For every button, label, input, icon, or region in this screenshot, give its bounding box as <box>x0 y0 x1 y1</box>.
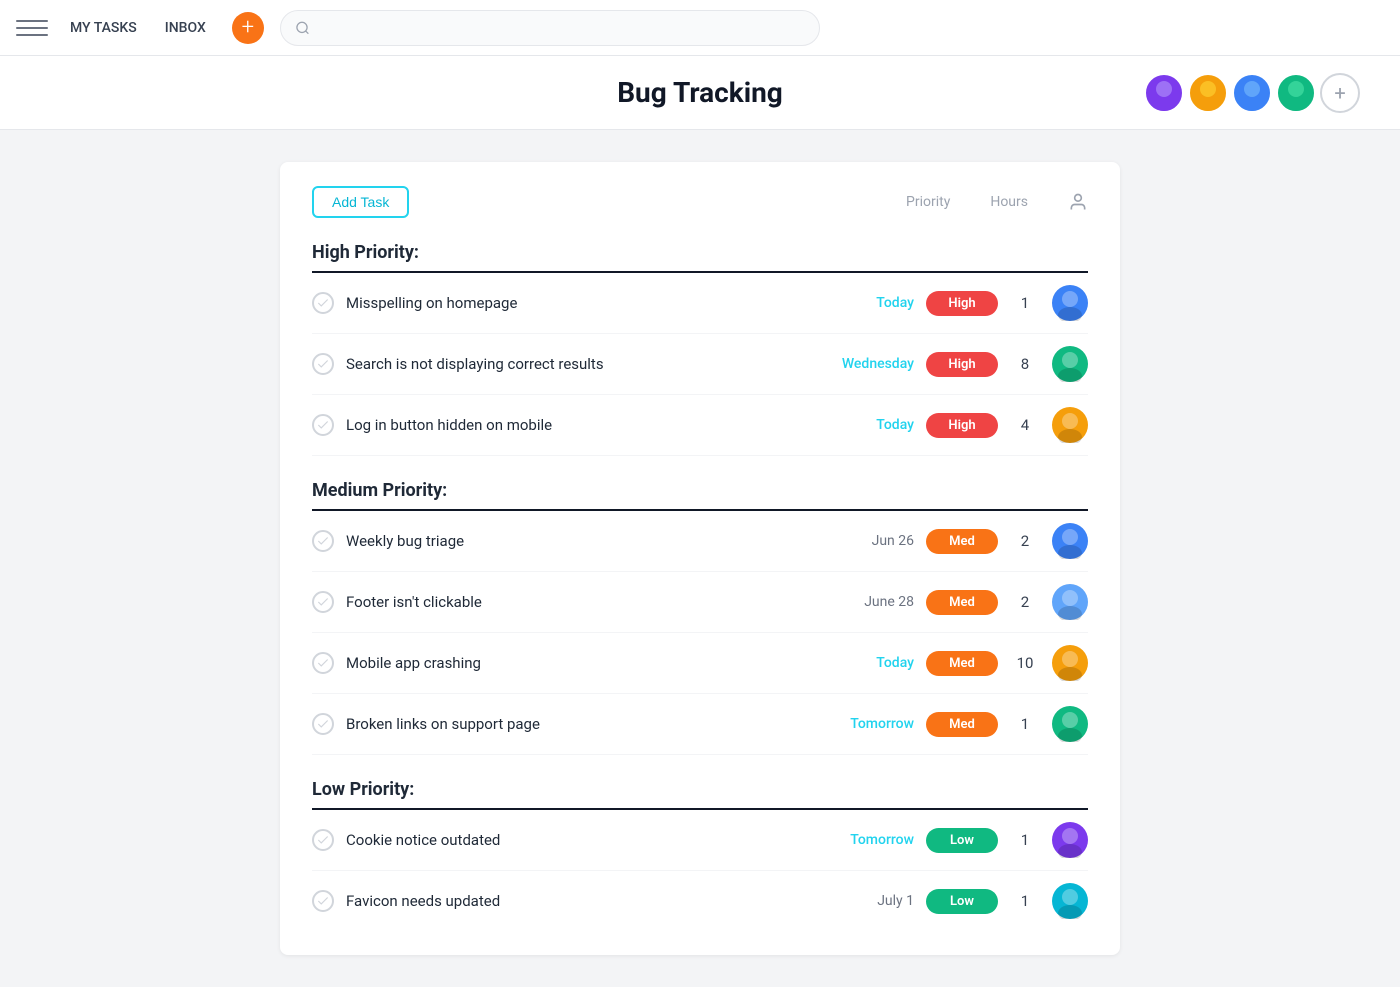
task-hours: 2 <box>1010 532 1040 550</box>
avatar[interactable] <box>1052 523 1088 559</box>
task-priority-badge: Low <box>926 889 998 914</box>
task-due: Today <box>824 417 914 433</box>
main-content: Add Task Priority Hours High Priority: M… <box>0 130 1400 987</box>
task-priority-badge: Med <box>926 529 998 554</box>
add-task-button[interactable]: Add Task <box>312 186 409 218</box>
task-hours: 1 <box>1010 715 1040 733</box>
task-name: Mobile app crashing <box>346 654 812 672</box>
task-name: Search is not displaying correct results <box>346 355 812 373</box>
task-hours: 1 <box>1010 892 1040 910</box>
task-hours: 4 <box>1010 416 1040 434</box>
table-row: Cookie notice outdated Tomorrow Low 1 <box>312 810 1088 871</box>
table-row: Search is not displaying correct results… <box>312 334 1088 395</box>
nav-inbox[interactable]: INBOX <box>155 14 216 42</box>
task-name: Footer isn't clickable <box>346 593 812 611</box>
section-header-2: Low Priority: <box>312 779 1088 800</box>
table-row: Footer isn't clickable June 28 Med 2 <box>312 572 1088 633</box>
toolbar-columns: Priority Hours <box>906 192 1088 212</box>
task-checkbox[interactable] <box>312 414 334 436</box>
task-due: July 1 <box>824 893 914 909</box>
person-icon <box>1068 192 1088 212</box>
section-header-0: High Priority: <box>312 242 1088 263</box>
avatar[interactable] <box>1052 285 1088 321</box>
hamburger-icon[interactable] <box>16 12 48 44</box>
task-checkbox[interactable] <box>312 530 334 552</box>
avatar[interactable] <box>1052 346 1088 382</box>
section-header-1: Medium Priority: <box>312 480 1088 501</box>
sections-container: High Priority: Misspelling on homepage T… <box>312 242 1088 931</box>
task-due: June 28 <box>824 594 914 610</box>
task-checkbox[interactable] <box>312 829 334 851</box>
avatar[interactable] <box>1052 407 1088 443</box>
task-hours: 10 <box>1010 654 1040 672</box>
task-container: Add Task Priority Hours High Priority: M… <box>280 162 1120 955</box>
task-name: Broken links on support page <box>346 715 812 733</box>
task-due: Today <box>824 655 914 671</box>
task-priority-badge: High <box>926 413 998 438</box>
task-due: Tomorrow <box>824 832 914 848</box>
task-checkbox[interactable] <box>312 652 334 674</box>
task-checkbox[interactable] <box>312 353 334 375</box>
table-row: Favicon needs updated July 1 Low 1 <box>312 871 1088 931</box>
task-checkbox[interactable] <box>312 591 334 613</box>
col-priority-label: Priority <box>906 194 950 210</box>
task-hours: 8 <box>1010 355 1040 373</box>
task-checkbox[interactable] <box>312 890 334 912</box>
task-due: Wednesday <box>824 356 914 372</box>
task-name: Favicon needs updated <box>346 892 812 910</box>
avatar[interactable] <box>1052 883 1088 919</box>
avatar-3[interactable] <box>1232 73 1272 113</box>
avatar[interactable] <box>1052 645 1088 681</box>
task-name: Misspelling on homepage <box>346 294 812 312</box>
add-member-button[interactable]: + <box>1320 73 1360 113</box>
task-priority-badge: Low <box>926 828 998 853</box>
task-due: Today <box>824 295 914 311</box>
header-avatars: + <box>1144 73 1360 113</box>
task-checkbox[interactable] <box>312 713 334 735</box>
page-header: Bug Tracking + <box>0 56 1400 130</box>
task-name: Log in button hidden on mobile <box>346 416 812 434</box>
avatar-2[interactable] <box>1188 73 1228 113</box>
task-name: Cookie notice outdated <box>346 831 812 849</box>
task-hours: 2 <box>1010 593 1040 611</box>
avatar-4[interactable] <box>1276 73 1316 113</box>
add-button[interactable]: + <box>232 12 264 44</box>
search-icon <box>295 20 310 36</box>
topbar: MY TASKS INBOX + <box>0 0 1400 56</box>
search-input[interactable] <box>318 20 805 36</box>
task-priority-badge: High <box>926 291 998 316</box>
task-checkbox[interactable] <box>312 292 334 314</box>
table-row: Weekly bug triage Jun 26 Med 2 <box>312 511 1088 572</box>
avatar[interactable] <box>1052 822 1088 858</box>
task-priority-badge: High <box>926 352 998 377</box>
table-row: Mobile app crashing Today Med 10 <box>312 633 1088 694</box>
toolbar-row: Add Task Priority Hours <box>312 186 1088 218</box>
nav-my-tasks[interactable]: MY TASKS <box>60 14 147 42</box>
page-title: Bug Tracking <box>617 76 783 109</box>
col-hours-label: Hours <box>990 194 1028 210</box>
table-row: Log in button hidden on mobile Today Hig… <box>312 395 1088 456</box>
topbar-nav: MY TASKS INBOX <box>60 14 216 42</box>
table-row: Misspelling on homepage Today High 1 <box>312 273 1088 334</box>
task-priority-badge: Med <box>926 651 998 676</box>
search-bar[interactable] <box>280 10 820 46</box>
task-priority-badge: Med <box>926 712 998 737</box>
task-due: Tomorrow <box>824 716 914 732</box>
task-name: Weekly bug triage <box>346 532 812 550</box>
avatar[interactable] <box>1052 584 1088 620</box>
avatar[interactable] <box>1052 706 1088 742</box>
table-row: Broken links on support page Tomorrow Me… <box>312 694 1088 755</box>
avatar-1[interactable] <box>1144 73 1184 113</box>
task-hours: 1 <box>1010 831 1040 849</box>
task-due: Jun 26 <box>824 533 914 549</box>
task-hours: 1 <box>1010 294 1040 312</box>
task-priority-badge: Med <box>926 590 998 615</box>
